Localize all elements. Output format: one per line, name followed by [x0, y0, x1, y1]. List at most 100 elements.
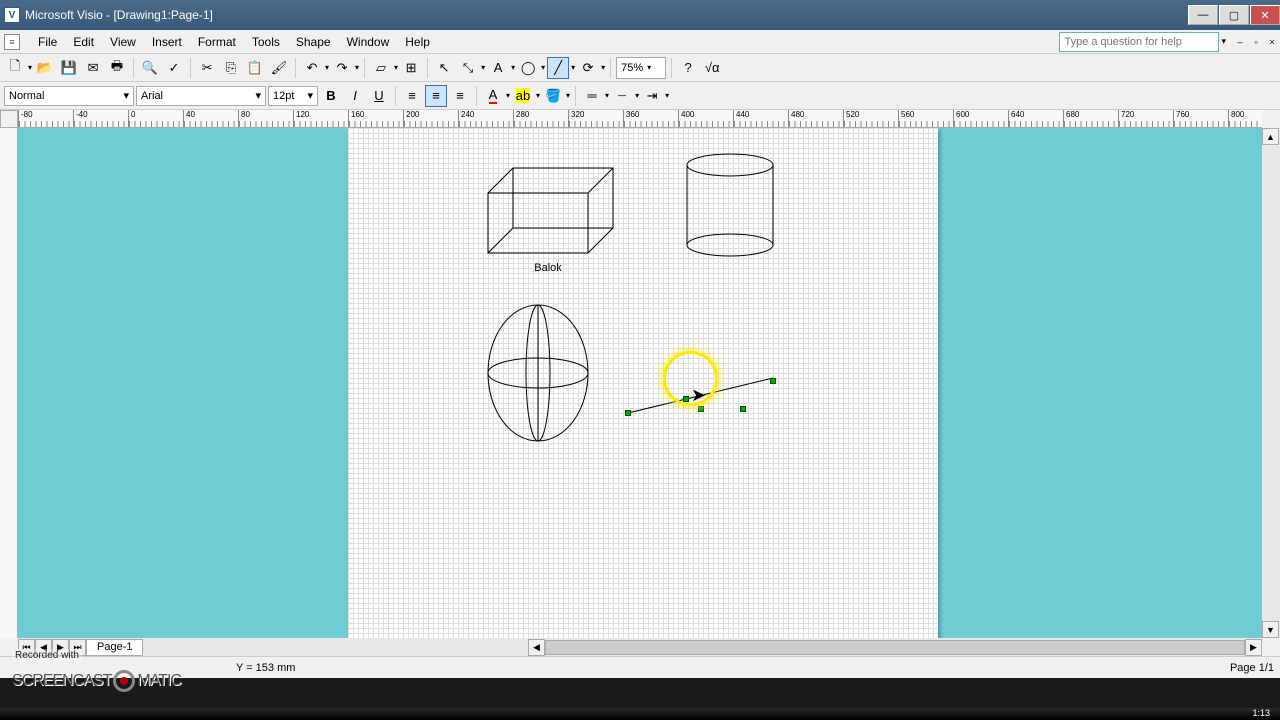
text-tool[interactable]: A: [487, 57, 509, 79]
copy-button[interactable]: ⎘: [220, 57, 242, 79]
help-search-input[interactable]: [1059, 32, 1219, 52]
printpreview-button[interactable]: 🔍: [139, 57, 161, 79]
selection-handle[interactable]: [770, 378, 776, 384]
ellipse-tool[interactable]: ◯: [517, 57, 539, 79]
ruler-tick: 600: [953, 110, 1008, 127]
fill-color-button[interactable]: 🪣: [542, 85, 564, 107]
underline-button[interactable]: U: [368, 85, 390, 107]
status-bar: Y = 153 mm Page 1/1: [0, 656, 1280, 678]
maximize-button[interactable]: ▢: [1219, 5, 1249, 25]
menu-insert[interactable]: Insert: [144, 32, 190, 52]
zoom-dropdown[interactable]: 75%▾: [616, 57, 666, 79]
highlight-button[interactable]: ab: [512, 85, 534, 107]
vscroll-up-button[interactable]: ▲: [1262, 128, 1279, 145]
window-title: Microsoft Visio - [Drawing1:Page-1]: [25, 8, 213, 22]
ruler-tick: 640: [1008, 110, 1063, 127]
align-left-button[interactable]: ≡: [401, 85, 423, 107]
redo-button[interactable]: ↷: [331, 57, 353, 79]
formatpainter-button[interactable]: 🖌: [268, 57, 290, 79]
vertical-ruler[interactable]: [0, 128, 18, 638]
pointer-tool[interactable]: ↖: [433, 57, 455, 79]
menu-view[interactable]: View: [102, 32, 144, 52]
font-dropdown[interactable]: Arial▾: [136, 86, 266, 106]
ruler-tick: 280: [513, 110, 568, 127]
align-right-button[interactable]: ≡: [449, 85, 471, 107]
mail-button[interactable]: ✉: [82, 57, 104, 79]
cursor-highlight: [663, 351, 718, 406]
ruler-tick: 520: [843, 110, 898, 127]
document-icon[interactable]: ≡: [4, 34, 20, 50]
connector-tool[interactable]: ⤡: [457, 57, 479, 79]
format-toolbar: Normal▾ Arial▾ 12pt▾ B I U ≡ ≡ ≡ A▾ ab▾ …: [0, 82, 1280, 110]
canvas[interactable]: Balok: [18, 128, 1262, 638]
fontsize-dropdown[interactable]: 12pt▾: [268, 86, 318, 106]
line-ends-button[interactable]: ⇥: [641, 85, 663, 107]
stencil-button[interactable]: ⊞: [400, 57, 422, 79]
mdi-minimize[interactable]: –: [1232, 35, 1248, 49]
save-button[interactable]: 💾: [58, 57, 80, 79]
line-weight-button[interactable]: ═: [581, 85, 603, 107]
minimize-button[interactable]: —: [1188, 5, 1218, 25]
new-button[interactable]: 🗋: [4, 57, 26, 79]
help-button[interactable]: ?: [677, 57, 699, 79]
hscroll-thumb[interactable]: [545, 640, 1245, 655]
selection-handle[interactable]: [740, 406, 746, 412]
watermark-recorded: Recorded with: [12, 649, 82, 662]
ruler-tick: 320: [568, 110, 623, 127]
workspace: -80-400408012016020024028032036040044048…: [0, 110, 1280, 656]
ruler-tick: 760: [1173, 110, 1228, 127]
vscroll-down-button[interactable]: ▼: [1262, 621, 1279, 638]
status-coord: Y = 153 mm: [236, 662, 295, 674]
hscroll-left-button[interactable]: ◀: [528, 639, 545, 656]
menu-tools[interactable]: Tools: [244, 32, 288, 52]
paste-button[interactable]: 📋: [244, 57, 266, 79]
selection-handle[interactable]: [625, 410, 631, 416]
menu-help[interactable]: Help: [397, 32, 438, 52]
spell-button[interactable]: ✓: [163, 57, 185, 79]
menu-window[interactable]: Window: [339, 32, 398, 52]
app-icon: V: [4, 7, 20, 23]
style-dropdown[interactable]: Normal▾: [4, 86, 134, 106]
align-center-button[interactable]: ≡: [425, 85, 447, 107]
ruler-tick: 680: [1063, 110, 1118, 127]
drawing-page[interactable]: Balok: [348, 128, 938, 638]
shape-sphere[interactable]: [486, 303, 591, 443]
mdi-restore[interactable]: ▫: [1248, 35, 1264, 49]
menu-shape[interactable]: Shape: [288, 32, 339, 52]
taskbar[interactable]: 1:13: [0, 708, 1280, 720]
mdi-close[interactable]: ×: [1264, 35, 1280, 49]
close-button[interactable]: ✕: [1250, 5, 1280, 25]
cut-button[interactable]: ✂: [196, 57, 218, 79]
undo-button[interactable]: ↶: [301, 57, 323, 79]
rotate-tool[interactable]: ⟳: [577, 57, 599, 79]
selection-handle[interactable]: [698, 406, 704, 412]
line-tool[interactable]: ╱: [547, 57, 569, 79]
menu-file[interactable]: File: [30, 32, 65, 52]
taskbar-clock[interactable]: 1:13: [1252, 708, 1270, 718]
shape-cylinder[interactable]: [685, 153, 775, 258]
ruler-tick: 360: [623, 110, 678, 127]
ruler-tick: 160: [348, 110, 403, 127]
bold-button[interactable]: B: [320, 85, 342, 107]
shape-box[interactable]: [488, 168, 618, 258]
italic-button[interactable]: I: [344, 85, 366, 107]
menu-edit[interactable]: Edit: [65, 32, 102, 52]
window-controls: — ▢ ✕: [1187, 5, 1280, 25]
status-page: Page 1/1: [1230, 662, 1274, 674]
ruler-tick: 240: [458, 110, 513, 127]
print-button[interactable]: 🖶: [106, 57, 128, 79]
vertical-scrollbar[interactable]: ▲ ▼: [1262, 128, 1280, 638]
page-tab[interactable]: Page-1: [86, 639, 143, 656]
hscroll-right-button[interactable]: ▶: [1245, 639, 1262, 656]
menu-format[interactable]: Format: [190, 32, 244, 52]
font-color-button[interactable]: A: [482, 85, 504, 107]
ruler-corner[interactable]: [0, 110, 18, 128]
horizontal-ruler[interactable]: -80-400408012016020024028032036040044048…: [18, 110, 1262, 128]
horizontal-scrollbar[interactable]: ⏮ ◀ ▶ ⏭ Page-1 ◀ ▶: [18, 638, 1262, 656]
line-pattern-button[interactable]: ┈: [611, 85, 633, 107]
ruler-tick: 0: [128, 110, 183, 127]
research-button[interactable]: √α: [701, 57, 723, 79]
open-button[interactable]: 📂: [34, 57, 56, 79]
help-dropdown-icon[interactable]: ▾: [1221, 36, 1226, 47]
shapes-button[interactable]: ▱: [370, 57, 392, 79]
